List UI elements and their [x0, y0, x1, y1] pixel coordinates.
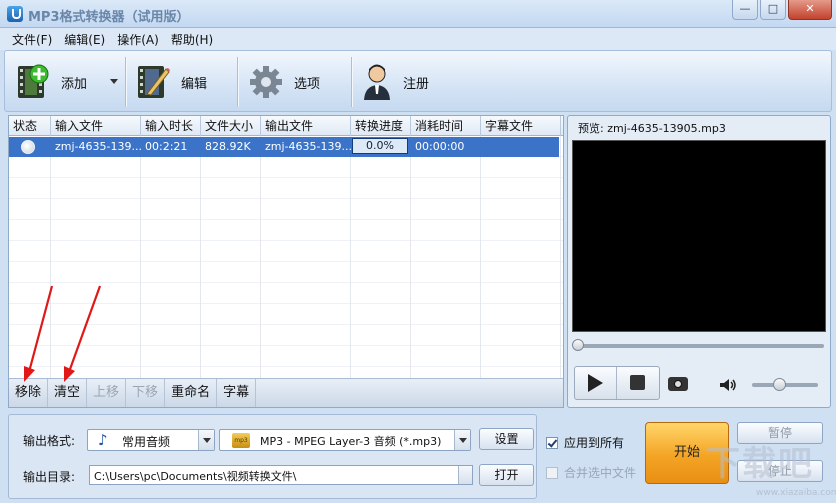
edit-label: 编辑	[181, 76, 208, 92]
output-settings-panel: 输出格式: ♪ 常用音频 mp3 MP3 - MPEG Layer-3 音频 (…	[8, 414, 537, 499]
volume-slider-handle[interactable]	[773, 378, 787, 391]
music-note-icon: ♪	[98, 431, 108, 449]
toolbar: 添加 编辑 选项 注册	[4, 50, 832, 112]
stop-icon	[630, 375, 645, 390]
window-controls: — □ ✕	[730, 0, 832, 22]
column-header-output-file[interactable]: 输出文件	[261, 116, 351, 136]
format-category-select[interactable]: ♪ 常用音频	[87, 429, 215, 451]
start-button[interactable]: 开始	[645, 422, 729, 484]
output-dir-value: C:\Users\pc\Documents\视频转换文件\	[94, 470, 297, 483]
column-header-input-file[interactable]: 输入文件	[51, 116, 141, 136]
mp3-file-icon: mp3	[232, 433, 250, 448]
app-icon	[7, 6, 23, 22]
column-header-progress[interactable]: 转换进度	[351, 116, 411, 136]
settings-button[interactable]: 设置	[479, 428, 534, 450]
apply-all-option[interactable]: 应用到所有	[546, 434, 624, 451]
cell-progress: 0.0%	[352, 138, 408, 154]
window-title: MP3格式转换器（试用版）	[28, 10, 190, 25]
add-label: 添加	[61, 76, 88, 92]
add-film-icon	[18, 64, 49, 98]
register-button[interactable]: 注册	[361, 55, 429, 109]
apply-all-label: 应用到所有	[564, 436, 625, 450]
column-header-status[interactable]: 状态	[9, 116, 51, 136]
move-up-button[interactable]: 上移	[87, 379, 127, 407]
column-header-duration[interactable]: 输入时长	[141, 116, 201, 136]
column-header-elapsed[interactable]: 消耗时间	[411, 116, 481, 136]
table-row[interactable]: zmj-4635-139... 00:2:21 828.92K zmj-4635…	[9, 137, 559, 157]
file-list-panel: 状态 输入文件 输入时长 文件大小 输出文件 转换进度 消耗时间 字幕文件 zm…	[8, 115, 564, 408]
grid-header: 状态 输入文件 输入时长 文件大小 输出文件 转换进度 消耗时间 字幕文件	[9, 116, 563, 136]
menu-file[interactable]: 文件(F)	[12, 31, 52, 48]
clear-button[interactable]: 清空	[48, 379, 88, 407]
preview-panel: 预览: zmj-4635-13905.mp3	[567, 115, 831, 408]
menu-edit[interactable]: 编辑(E)	[64, 31, 105, 48]
column-header-subtitle[interactable]: 字幕文件	[481, 116, 561, 136]
open-dir-button[interactable]: 打开	[479, 464, 534, 486]
output-format-label: 输出格式:	[23, 434, 76, 448]
merge-option[interactable]: 合并选中文件	[546, 464, 636, 481]
cell-elapsed: 00:00:00	[415, 140, 465, 153]
maximize-button[interactable]: □	[760, 0, 786, 20]
stop-preview-button[interactable]	[617, 367, 659, 399]
path-scroll-button[interactable]	[458, 466, 472, 484]
watermark-url: www.xiazaiba.com	[756, 488, 836, 498]
grid-lines	[9, 136, 563, 378]
cell-output-file: zmj-4635-139...	[265, 140, 351, 153]
options-button[interactable]: 选项	[248, 55, 320, 109]
add-button[interactable]: 添加	[15, 55, 87, 109]
seek-bar[interactable]	[574, 344, 824, 348]
close-icon: ✕	[805, 2, 815, 15]
options-label: 选项	[294, 76, 321, 92]
preview-screen	[572, 140, 826, 332]
column-header-size[interactable]: 文件大小	[201, 116, 261, 136]
format-category-value: 常用音频	[122, 435, 171, 449]
toolbar-separator	[237, 57, 238, 107]
register-label: 注册	[403, 76, 430, 92]
maximize-icon: □	[767, 2, 779, 15]
list-action-bar: 移除 清空 上移 下移 重命名 字幕	[9, 378, 563, 407]
menu-action[interactable]: 操作(A)	[117, 31, 159, 48]
pause-button[interactable]: 暂停	[737, 422, 823, 444]
play-icon	[588, 374, 603, 392]
stop-button[interactable]: 停止	[737, 460, 823, 482]
merge-checkbox[interactable]	[546, 466, 558, 479]
move-down-button[interactable]: 下移	[126, 379, 166, 407]
rename-button[interactable]: 重命名	[165, 379, 218, 407]
cell-subtitle	[481, 137, 559, 157]
apply-all-checkbox[interactable]	[546, 436, 558, 449]
merge-label: 合并选中文件	[564, 466, 637, 480]
status-disc-icon	[21, 140, 35, 154]
toolbar-separator	[351, 57, 352, 107]
output-dir-label: 输出目录:	[23, 470, 76, 484]
playback-controls	[574, 366, 660, 400]
edit-button[interactable]: 编辑	[135, 55, 207, 109]
subtitle-button[interactable]: 字幕	[217, 379, 257, 407]
snapshot-camera-icon[interactable]	[668, 377, 688, 391]
title-bar: MP3格式转换器（试用版） — □ ✕	[0, 0, 836, 28]
preview-title: 预览: zmj-4635-13905.mp3	[578, 122, 726, 135]
cell-input-file: zmj-4635-139...	[55, 140, 141, 153]
cell-duration: 00:2:21	[145, 140, 188, 153]
remove-button[interactable]: 移除	[9, 379, 49, 407]
seek-slider-handle[interactable]	[572, 339, 584, 351]
minimize-icon: —	[739, 2, 751, 15]
speaker-icon[interactable]	[718, 378, 738, 392]
file-grid[interactable]: zmj-4635-139... 00:2:21 828.92K zmj-4635…	[9, 136, 563, 378]
format-value: MP3 - MPEG Layer-3 音频 (*.mp3)	[260, 435, 442, 448]
menu-help[interactable]: 帮助(H)	[171, 31, 213, 48]
minimize-button[interactable]: —	[732, 0, 758, 20]
chevron-down-icon[interactable]	[454, 430, 470, 450]
close-button[interactable]: ✕	[788, 0, 832, 20]
format-select[interactable]: mp3 MP3 - MPEG Layer-3 音频 (*.mp3)	[219, 429, 471, 451]
add-dropdown-button[interactable]	[105, 55, 123, 109]
cell-size: 828.92K	[205, 140, 251, 153]
edit-film-icon	[138, 66, 170, 98]
toolbar-separator	[125, 57, 126, 107]
play-button[interactable]	[575, 367, 617, 399]
menu-bar: 文件(F) 编辑(E) 操作(A) 帮助(H)	[0, 28, 836, 50]
chevron-down-icon[interactable]	[198, 430, 214, 450]
gear-icon	[250, 66, 282, 98]
user-icon	[364, 64, 390, 100]
output-dir-input[interactable]: C:\Users\pc\Documents\视频转换文件\	[89, 465, 473, 485]
